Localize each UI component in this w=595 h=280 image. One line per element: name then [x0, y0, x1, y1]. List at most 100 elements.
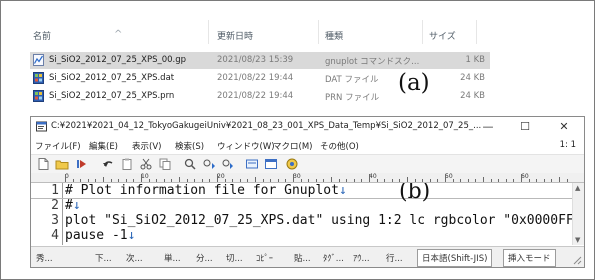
ruler-tick	[300, 179, 302, 182]
ruler-tick	[475, 179, 477, 182]
zoom-indicator: 1: 1	[559, 140, 576, 150]
grep-icon[interactable]	[245, 157, 259, 171]
menu-file[interactable]: ファイル(F)	[35, 140, 81, 152]
code-line-text: pause -1	[65, 228, 128, 243]
text-area[interactable]: 1 # Plot information file for Gnuplot↓ 2…	[31, 183, 572, 245]
column-ruler: 0 10 20 30 40 50 60	[31, 173, 584, 183]
open-folder-icon[interactable]	[55, 157, 69, 171]
ruler-tick	[399, 179, 401, 182]
ruler-tick	[277, 179, 279, 182]
ruler-tick	[80, 179, 82, 182]
close-button[interactable]: ✕	[551, 118, 577, 135]
status-cell-word[interactable]: 単...	[164, 252, 181, 264]
status-cell-paste[interactable]: 貼...	[294, 252, 311, 264]
ruler-tick	[521, 174, 522, 182]
scroll-up-icon[interactable]: ▲	[575, 184, 580, 192]
ruler-tick	[308, 179, 310, 182]
ruler-number: 40	[369, 173, 377, 180]
ruler-tick	[460, 179, 462, 182]
data-file-icon	[33, 90, 44, 102]
find-previous-icon[interactable]	[202, 157, 216, 171]
search-icon[interactable]	[183, 157, 197, 171]
ruler-tick	[201, 179, 203, 182]
ruler-number: 60	[521, 173, 529, 180]
file-size: 1 KB	[465, 55, 485, 65]
ruler-tick	[361, 179, 363, 182]
menu-other[interactable]: その他(O)	[320, 140, 359, 152]
status-cell-cut[interactable]: 切...	[226, 252, 243, 264]
column-header-name[interactable]: 名前	[33, 29, 51, 42]
column-header-date[interactable]: 更新日時	[217, 29, 253, 42]
ruler-tick	[346, 179, 348, 182]
ruler-tick	[247, 179, 249, 182]
file-date: 2021/08/22 19:44	[217, 73, 294, 83]
save-icon[interactable]	[75, 157, 89, 171]
ruler-tick	[429, 179, 431, 182]
menu-macro[interactable]: マクロ(M)	[273, 140, 312, 152]
ruler-tick	[414, 179, 416, 182]
column-divider[interactable]	[208, 20, 209, 44]
ruler-tick	[498, 179, 500, 182]
column-divider[interactable]	[318, 20, 319, 44]
ruler-tick	[407, 177, 408, 182]
editor-app-icon[interactable]	[36, 121, 47, 132]
file-explorer-list: 名前 ^ 更新日時 種類 サイズ Si_SiO2_2012_07_25_XPS_…	[30, 20, 490, 110]
find-next-icon[interactable]	[221, 157, 235, 171]
vertical-scrollbar[interactable]: ▲ ▼	[572, 183, 584, 245]
code-line: # Plot information file for Gnuplot↓	[65, 183, 347, 198]
menu-window[interactable]: ウィンドウ(W)	[217, 140, 275, 152]
minimize-button[interactable]: —	[475, 118, 501, 135]
ruler-tick	[255, 177, 256, 182]
ruler-tick	[543, 179, 545, 182]
status-cell-next[interactable]: 次...	[126, 252, 143, 264]
ruler-tick	[65, 174, 66, 182]
newline-marker: ↓	[338, 183, 347, 198]
status-cell-split[interactable]: 分...	[196, 252, 213, 264]
clipboard-icon[interactable]	[120, 157, 134, 171]
scroll-down-icon[interactable]: ▼	[575, 236, 580, 244]
new-file-icon[interactable]	[36, 157, 50, 171]
editor-title-bar[interactable]: C:¥2021¥2021_04_12_TokyoGakugeiUniv¥2021…	[31, 117, 584, 136]
ruler-tick	[285, 179, 287, 182]
status-cell-copy[interactable]: ｺﾋﾟｰ	[256, 252, 273, 264]
line-number-gutter-divider	[62, 183, 63, 245]
panel-label-a: (a)	[398, 70, 430, 96]
ruler-number: 10	[141, 173, 149, 180]
window-list-icon[interactable]	[264, 157, 278, 171]
menu-search[interactable]: 検索(S)	[175, 140, 204, 152]
ruler-tick	[559, 177, 560, 182]
ruler-tick	[483, 177, 484, 182]
ruler-tick	[87, 179, 89, 182]
cut-icon[interactable]	[139, 157, 153, 171]
ruler-tick	[490, 179, 492, 182]
code-line-text: #	[65, 198, 73, 213]
ruler-tick	[467, 179, 469, 182]
line-number: 1	[51, 183, 59, 198]
ruler-number: 50	[445, 173, 453, 180]
code-line: plot "Si_SiO2_2012_07_25_XPS.dat" using …	[65, 213, 572, 228]
status-cell-tag[interactable]: ﾀｸﾞ...	[323, 252, 344, 264]
ruler-tick	[323, 179, 325, 182]
menu-view[interactable]: 表示(V)	[132, 140, 161, 152]
column-divider[interactable]	[422, 20, 423, 44]
settings-icon[interactable]	[285, 157, 299, 171]
column-header-type[interactable]: 種類	[325, 29, 343, 42]
copy-icon[interactable]	[158, 157, 172, 171]
status-cell-outline[interactable]: ｱｳ...	[353, 252, 370, 264]
menu-edit[interactable]: 編集(E)	[89, 140, 118, 152]
resize-grip-icon[interactable]	[572, 255, 582, 265]
status-cell-line[interactable]: 行...	[386, 252, 403, 264]
column-divider[interactable]	[476, 20, 477, 44]
line-number: 4	[51, 228, 59, 243]
column-header-size[interactable]: サイズ	[429, 29, 456, 42]
undo-icon[interactable]	[101, 157, 115, 171]
status-cell-down[interactable]: 下...	[95, 252, 112, 264]
status-cell-hidemaru[interactable]: 秀...	[36, 252, 53, 264]
line-number: 3	[51, 213, 59, 228]
ruler-number: 20	[217, 173, 225, 180]
code-line: pause -1↓	[65, 228, 135, 243]
file-row[interactable]: Si_SiO2_2012_07_25_XPS_00.gp 2021/08/23 …	[30, 52, 490, 69]
encoding-indicator[interactable]: 日本語(Shift-JIS)	[417, 249, 493, 267]
insert-mode-indicator[interactable]: 挿入モード	[503, 249, 556, 267]
maximize-button[interactable]: ☐	[512, 118, 538, 135]
